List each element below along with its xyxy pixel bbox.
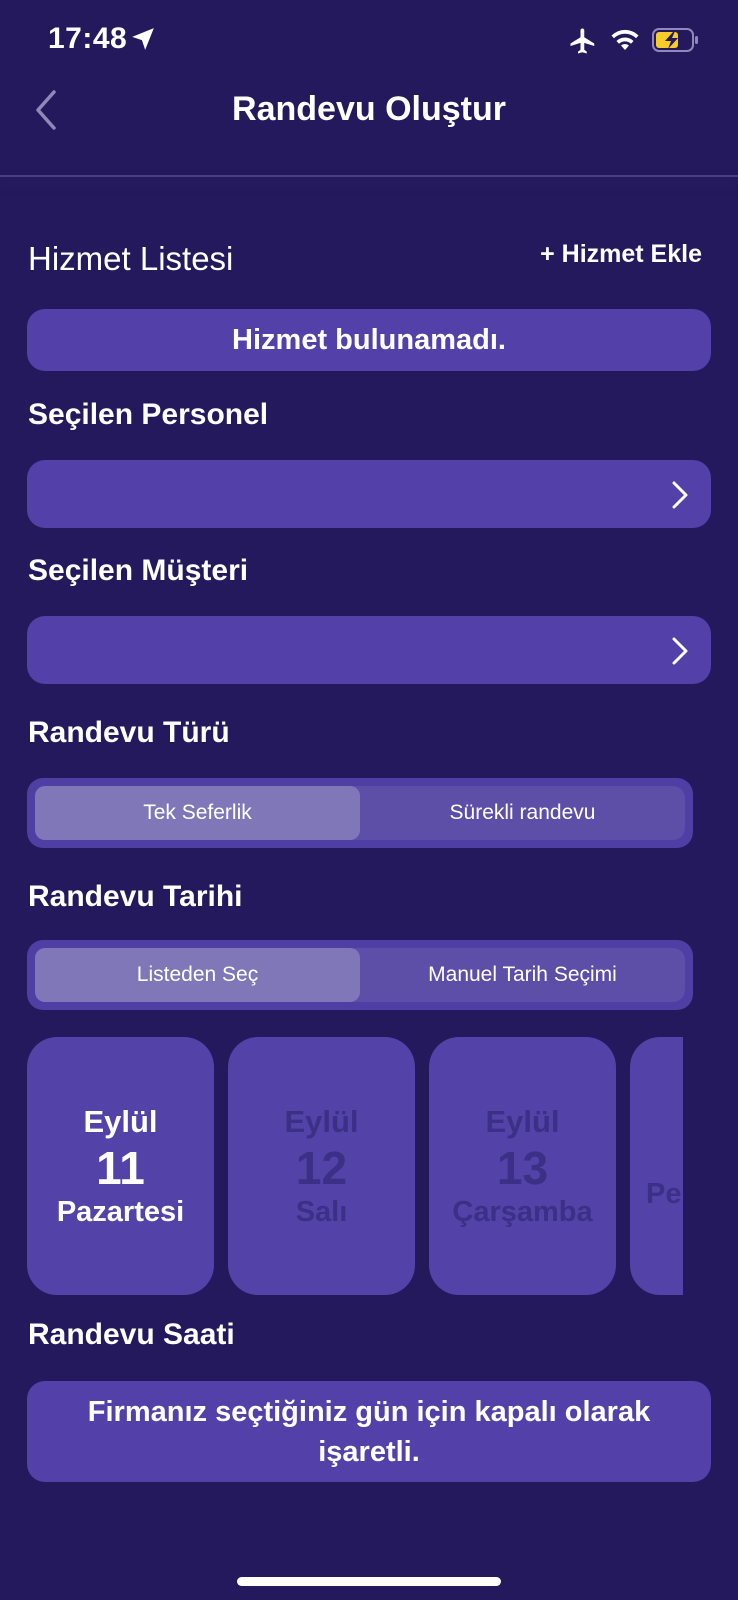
- date-weekday: Pazartesi: [56, 1195, 185, 1228]
- date-card-selected[interactable]: Eylül 11 Pazartesi: [27, 1037, 214, 1295]
- date-day: 12: [295, 1141, 348, 1194]
- segment-pick-from-list[interactable]: Listeden Seç: [35, 948, 360, 1002]
- service-empty-card: Hizmet bulunamadı.: [27, 309, 711, 371]
- status-bar: 17:48: [0, 0, 738, 82]
- appointment-type-segmented: Tek Seferlik Sürekli randevu: [27, 778, 693, 848]
- service-empty-message: Hizmet bulunamadı.: [232, 323, 506, 356]
- date-month: Eylül: [83, 1103, 158, 1139]
- date-card[interactable]: Eylül 12 Salı: [228, 1037, 415, 1295]
- appointment-type-track: Tek Seferlik Sürekli randevu: [35, 786, 685, 840]
- customer-label: Seçilen Müşteri: [28, 554, 249, 587]
- add-service-button[interactable]: + Hizmet Ekle: [540, 240, 702, 269]
- chevron-right-icon: [672, 481, 688, 509]
- date-card-partial[interactable]: Pe: [630, 1037, 683, 1295]
- date-weekday: Pe: [646, 1177, 682, 1210]
- appointment-time-label: Randevu Saati: [28, 1318, 235, 1351]
- date-weekday: Çarşamba: [452, 1195, 593, 1228]
- date-mode-segmented: Listeden Seç Manuel Tarih Seçimi: [27, 940, 693, 1010]
- staff-select[interactable]: [27, 460, 711, 528]
- closed-day-message: Firmanız seçtiğiniz gün için kapalı olar…: [87, 1395, 651, 1468]
- date-day: 13: [496, 1141, 549, 1194]
- battery-charging-icon: [652, 28, 698, 52]
- date-weekday: Salı: [295, 1195, 348, 1228]
- appointment-type-label: Randevu Türü: [28, 716, 230, 749]
- nav-divider: [0, 175, 738, 177]
- segment-one-time[interactable]: Tek Seferlik: [35, 786, 360, 840]
- date-month: Eylül: [485, 1103, 560, 1139]
- date-month: Eylül: [284, 1103, 359, 1139]
- date-card[interactable]: Eylül 13 Çarşamba: [429, 1037, 616, 1295]
- status-time: 17:48: [48, 22, 128, 55]
- appointment-time-card: Firmanız seçtiğiniz gün için kapalı olar…: [27, 1381, 711, 1482]
- airplane-icon: [570, 28, 595, 54]
- date-day: 11: [96, 1141, 145, 1194]
- segment-recurring[interactable]: Sürekli randevu: [360, 786, 685, 840]
- staff-label: Seçilen Personel: [28, 398, 269, 431]
- location-arrow-icon: [132, 28, 154, 50]
- page-title: Randevu Oluştur: [232, 90, 506, 128]
- date-mode-track: Listeden Seç Manuel Tarih Seçimi: [35, 948, 685, 1002]
- chevron-right-icon: [672, 637, 688, 665]
- wifi-icon: [611, 29, 639, 50]
- segment-manual-date[interactable]: Manuel Tarih Seçimi: [360, 948, 685, 1002]
- customer-select[interactable]: [27, 616, 711, 684]
- date-picker-row[interactable]: Eylül 11 Pazartesi Eylül 12 Salı Eylül 1…: [27, 1037, 683, 1297]
- service-list-label: Hizmet Listesi: [28, 240, 234, 277]
- appointment-date-label: Randevu Tarihi: [28, 880, 243, 913]
- home-indicator: [237, 1577, 501, 1586]
